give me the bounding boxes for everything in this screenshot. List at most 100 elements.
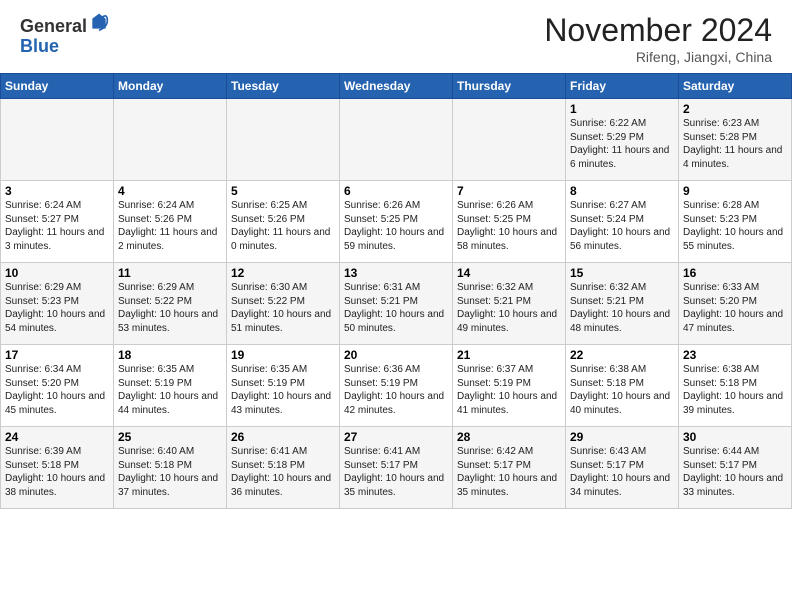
day-number: 26 [231, 430, 335, 444]
day-number: 27 [344, 430, 448, 444]
day-cell: 15Sunrise: 6:32 AM Sunset: 5:21 PM Dayli… [566, 263, 679, 345]
day-number: 21 [457, 348, 561, 362]
weekday-tuesday: Tuesday [227, 74, 340, 99]
day-detail: Sunrise: 6:40 AM Sunset: 5:18 PM Dayligh… [118, 445, 222, 499]
day-number: 14 [457, 266, 561, 280]
day-number: 10 [5, 266, 109, 280]
day-number: 24 [5, 430, 109, 444]
day-detail: Sunrise: 6:25 AM Sunset: 5:26 PM Dayligh… [231, 199, 335, 253]
day-detail: Sunrise: 6:26 AM Sunset: 5:25 PM Dayligh… [344, 199, 448, 253]
day-number: 20 [344, 348, 448, 362]
day-cell: 8Sunrise: 6:27 AM Sunset: 5:24 PM Daylig… [566, 181, 679, 263]
day-cell: 21Sunrise: 6:37 AM Sunset: 5:19 PM Dayli… [453, 345, 566, 427]
day-detail: Sunrise: 6:42 AM Sunset: 5:17 PM Dayligh… [457, 445, 561, 499]
day-detail: Sunrise: 6:30 AM Sunset: 5:22 PM Dayligh… [231, 281, 335, 335]
day-number: 22 [570, 348, 674, 362]
logo-blue: Blue [20, 36, 59, 56]
day-detail: Sunrise: 6:33 AM Sunset: 5:20 PM Dayligh… [683, 281, 787, 335]
day-number: 13 [344, 266, 448, 280]
day-number: 29 [570, 430, 674, 444]
weekday-thursday: Thursday [453, 74, 566, 99]
day-cell: 5Sunrise: 6:25 AM Sunset: 5:26 PM Daylig… [227, 181, 340, 263]
logo: General Blue [20, 12, 109, 57]
day-cell: 10Sunrise: 6:29 AM Sunset: 5:23 PM Dayli… [1, 263, 114, 345]
week-row-4: 17Sunrise: 6:34 AM Sunset: 5:20 PM Dayli… [1, 345, 792, 427]
day-cell: 26Sunrise: 6:41 AM Sunset: 5:18 PM Dayli… [227, 427, 340, 509]
day-cell: 4Sunrise: 6:24 AM Sunset: 5:26 PM Daylig… [114, 181, 227, 263]
day-detail: Sunrise: 6:28 AM Sunset: 5:23 PM Dayligh… [683, 199, 787, 253]
day-number: 23 [683, 348, 787, 362]
day-detail: Sunrise: 6:26 AM Sunset: 5:25 PM Dayligh… [457, 199, 561, 253]
day-number: 9 [683, 184, 787, 198]
day-detail: Sunrise: 6:34 AM Sunset: 5:20 PM Dayligh… [5, 363, 109, 417]
day-cell [227, 99, 340, 181]
weekday-header-row: SundayMondayTuesdayWednesdayThursdayFrid… [1, 74, 792, 99]
title-block: November 2024 Rifeng, Jiangxi, China [544, 12, 772, 65]
week-row-1: 1Sunrise: 6:22 AM Sunset: 5:29 PM Daylig… [1, 99, 792, 181]
weekday-saturday: Saturday [679, 74, 792, 99]
day-number: 18 [118, 348, 222, 362]
day-detail: Sunrise: 6:44 AM Sunset: 5:17 PM Dayligh… [683, 445, 787, 499]
day-number: 1 [570, 102, 674, 116]
weekday-sunday: Sunday [1, 74, 114, 99]
day-number: 12 [231, 266, 335, 280]
day-detail: Sunrise: 6:38 AM Sunset: 5:18 PM Dayligh… [683, 363, 787, 417]
week-row-3: 10Sunrise: 6:29 AM Sunset: 5:23 PM Dayli… [1, 263, 792, 345]
day-cell: 16Sunrise: 6:33 AM Sunset: 5:20 PM Dayli… [679, 263, 792, 345]
day-cell: 22Sunrise: 6:38 AM Sunset: 5:18 PM Dayli… [566, 345, 679, 427]
day-cell: 24Sunrise: 6:39 AM Sunset: 5:18 PM Dayli… [1, 427, 114, 509]
day-detail: Sunrise: 6:27 AM Sunset: 5:24 PM Dayligh… [570, 199, 674, 253]
day-detail: Sunrise: 6:37 AM Sunset: 5:19 PM Dayligh… [457, 363, 561, 417]
day-number: 4 [118, 184, 222, 198]
day-cell [340, 99, 453, 181]
day-cell: 19Sunrise: 6:35 AM Sunset: 5:19 PM Dayli… [227, 345, 340, 427]
day-detail: Sunrise: 6:24 AM Sunset: 5:26 PM Dayligh… [118, 199, 222, 253]
day-number: 15 [570, 266, 674, 280]
day-cell [114, 99, 227, 181]
page-header: General Blue November 2024 Rifeng, Jiang… [0, 0, 792, 73]
day-number: 7 [457, 184, 561, 198]
day-number: 8 [570, 184, 674, 198]
day-detail: Sunrise: 6:41 AM Sunset: 5:18 PM Dayligh… [231, 445, 335, 499]
day-detail: Sunrise: 6:41 AM Sunset: 5:17 PM Dayligh… [344, 445, 448, 499]
month-title: November 2024 [544, 12, 772, 49]
day-cell: 1Sunrise: 6:22 AM Sunset: 5:29 PM Daylig… [566, 99, 679, 181]
day-detail: Sunrise: 6:32 AM Sunset: 5:21 PM Dayligh… [570, 281, 674, 335]
day-cell: 29Sunrise: 6:43 AM Sunset: 5:17 PM Dayli… [566, 427, 679, 509]
day-detail: Sunrise: 6:43 AM Sunset: 5:17 PM Dayligh… [570, 445, 674, 499]
day-cell: 9Sunrise: 6:28 AM Sunset: 5:23 PM Daylig… [679, 181, 792, 263]
day-cell: 25Sunrise: 6:40 AM Sunset: 5:18 PM Dayli… [114, 427, 227, 509]
day-cell: 7Sunrise: 6:26 AM Sunset: 5:25 PM Daylig… [453, 181, 566, 263]
day-number: 30 [683, 430, 787, 444]
day-cell: 12Sunrise: 6:30 AM Sunset: 5:22 PM Dayli… [227, 263, 340, 345]
day-detail: Sunrise: 6:29 AM Sunset: 5:23 PM Dayligh… [5, 281, 109, 335]
day-cell: 2Sunrise: 6:23 AM Sunset: 5:28 PM Daylig… [679, 99, 792, 181]
day-detail: Sunrise: 6:22 AM Sunset: 5:29 PM Dayligh… [570, 117, 674, 171]
location-subtitle: Rifeng, Jiangxi, China [544, 49, 772, 65]
day-detail: Sunrise: 6:39 AM Sunset: 5:18 PM Dayligh… [5, 445, 109, 499]
day-cell: 23Sunrise: 6:38 AM Sunset: 5:18 PM Dayli… [679, 345, 792, 427]
day-cell: 27Sunrise: 6:41 AM Sunset: 5:17 PM Dayli… [340, 427, 453, 509]
day-cell [1, 99, 114, 181]
day-cell: 14Sunrise: 6:32 AM Sunset: 5:21 PM Dayli… [453, 263, 566, 345]
logo-icon [89, 12, 109, 32]
day-detail: Sunrise: 6:24 AM Sunset: 5:27 PM Dayligh… [5, 199, 109, 253]
day-number: 16 [683, 266, 787, 280]
weekday-monday: Monday [114, 74, 227, 99]
day-number: 11 [118, 266, 222, 280]
day-detail: Sunrise: 6:23 AM Sunset: 5:28 PM Dayligh… [683, 117, 787, 171]
day-number: 25 [118, 430, 222, 444]
logo-general: General [20, 16, 87, 36]
weekday-friday: Friday [566, 74, 679, 99]
day-cell: 20Sunrise: 6:36 AM Sunset: 5:19 PM Dayli… [340, 345, 453, 427]
day-cell: 30Sunrise: 6:44 AM Sunset: 5:17 PM Dayli… [679, 427, 792, 509]
day-cell: 28Sunrise: 6:42 AM Sunset: 5:17 PM Dayli… [453, 427, 566, 509]
day-cell: 6Sunrise: 6:26 AM Sunset: 5:25 PM Daylig… [340, 181, 453, 263]
day-detail: Sunrise: 6:29 AM Sunset: 5:22 PM Dayligh… [118, 281, 222, 335]
day-cell [453, 99, 566, 181]
day-number: 5 [231, 184, 335, 198]
day-detail: Sunrise: 6:35 AM Sunset: 5:19 PM Dayligh… [118, 363, 222, 417]
day-number: 28 [457, 430, 561, 444]
day-number: 17 [5, 348, 109, 362]
calendar-table: SundayMondayTuesdayWednesdayThursdayFrid… [0, 73, 792, 509]
